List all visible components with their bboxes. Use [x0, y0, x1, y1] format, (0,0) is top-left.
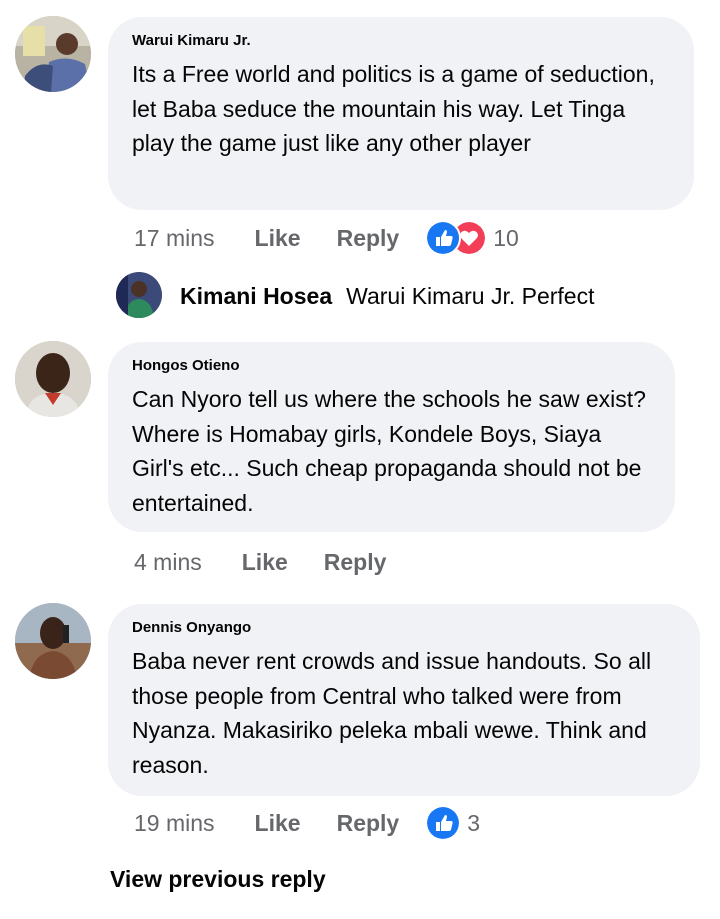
comment-timestamp[interactable]: 19 mins — [134, 810, 215, 837]
comment-text: Its a Free world and politics is a game … — [132, 61, 655, 156]
like-button[interactable]: Like — [255, 810, 301, 837]
reaction-count: 3 — [467, 809, 481, 836]
reply-author[interactable]: Kimani Hosea — [180, 283, 332, 310]
avatar-hongos-otieno[interactable] — [15, 341, 91, 417]
comment-text: Baba never rent crowds and issue handout… — [132, 648, 652, 778]
comment-bubble: Dennis Onyango Baba never rent crowds an… — [108, 604, 700, 796]
reaction-count: 10 — [493, 224, 519, 251]
reply-button[interactable]: Reply — [337, 810, 400, 837]
avatar-photo — [116, 272, 162, 318]
like-button[interactable]: Like — [255, 225, 301, 252]
avatar-kimani-hosea[interactable] — [116, 272, 162, 318]
avatar-photo — [15, 16, 91, 92]
reply-text: Warui Kimaru Jr. Perfect — [346, 283, 595, 309]
reaction-summary[interactable]: 10 — [425, 220, 519, 256]
like-button[interactable]: Like — [242, 549, 288, 576]
comment-timestamp[interactable]: 17 mins — [134, 225, 215, 252]
comment-author[interactable]: Warui Kimaru Jr. — [132, 31, 670, 51]
avatar-warui-kimaru[interactable] — [15, 16, 91, 92]
comment-author[interactable]: Dennis Onyango — [132, 618, 676, 638]
like-reaction-icon — [425, 805, 462, 841]
reply-button[interactable]: Reply — [324, 549, 387, 576]
comment-text: Can Nyoro tell us where the schools he s… — [132, 386, 646, 516]
comment-bubble: Warui Kimaru Jr. Its a Free world and po… — [108, 17, 694, 210]
comment-author[interactable]: Hongos Otieno — [132, 356, 651, 376]
comment-actions: 17 mins Like Reply 10 — [134, 218, 519, 258]
comment-bubble: Hongos Otieno Can Nyoro tell us where th… — [108, 342, 675, 532]
comment-timestamp[interactable]: 4 mins — [134, 549, 202, 576]
view-previous-reply-link[interactable]: View previous reply — [110, 866, 326, 893]
reaction-summary[interactable]: 3 — [425, 805, 480, 841]
avatar-dennis-onyango[interactable] — [15, 603, 91, 679]
comment-actions: 4 mins Like Reply — [134, 542, 422, 582]
comment-actions: 19 mins Like Reply 3 — [134, 803, 480, 843]
avatar-photo — [15, 341, 91, 417]
avatar-photo — [15, 603, 91, 679]
reply-button[interactable]: Reply — [337, 225, 400, 252]
reply-comment: Kimani Hosea Warui Kimaru Jr. Perfect — [180, 283, 594, 310]
like-reaction-icon — [425, 220, 462, 256]
